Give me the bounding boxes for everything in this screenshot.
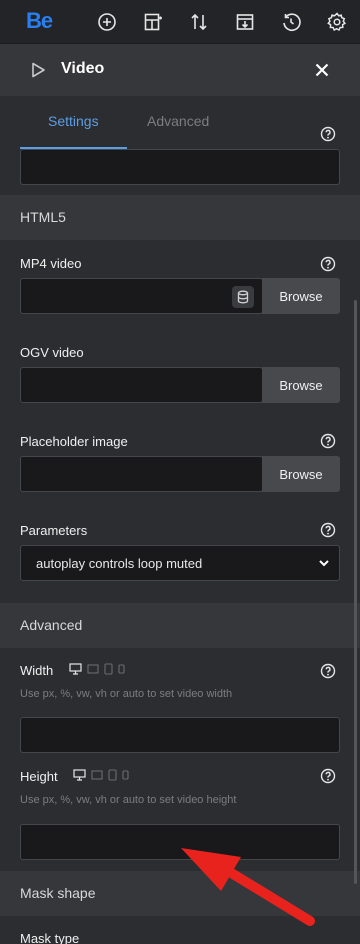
width-hint: Use px, %, vw, vh or auto to set video w…: [20, 688, 233, 700]
mp4-browse-button[interactable]: Browse: [262, 278, 340, 314]
panel-header: Video: [0, 44, 360, 96]
height-label: Height: [20, 769, 58, 784]
mobile-icon[interactable]: [118, 663, 125, 675]
help-icon[interactable]: [320, 126, 336, 142]
tablet-icon[interactable]: [108, 769, 117, 781]
ogv-video-input[interactable]: [20, 367, 263, 403]
laptop-icon[interactable]: [87, 663, 99, 675]
help-icon[interactable]: [320, 522, 336, 538]
sort-icon[interactable]: [185, 8, 213, 36]
help-icon[interactable]: [320, 663, 336, 679]
section-mask-shape[interactable]: Mask shape: [0, 871, 360, 916]
help-icon[interactable]: [320, 768, 336, 784]
desktop-icon[interactable]: [69, 663, 82, 675]
width-input[interactable]: [20, 717, 340, 753]
tablet-icon[interactable]: [104, 663, 113, 675]
parameters-label: Parameters: [20, 523, 88, 538]
add-icon[interactable]: [93, 8, 121, 36]
settings-gear-icon[interactable]: [323, 8, 351, 36]
section-mask-shape-title: Mask shape: [20, 885, 96, 901]
tab-settings[interactable]: Settings: [48, 113, 99, 129]
import-icon[interactable]: [231, 8, 259, 36]
panel-scrollbar[interactable]: [354, 300, 357, 884]
tab-advanced[interactable]: Advanced: [147, 113, 209, 129]
responsive-device-switcher: [73, 769, 129, 781]
section-html5[interactable]: HTML5: [0, 195, 360, 240]
layout-icon[interactable]: [139, 8, 167, 36]
mp4-video-label: MP4 video: [20, 256, 82, 271]
tab-bar: Settings Advanced: [0, 96, 360, 149]
panel-title: Video: [61, 60, 105, 77]
ogv-browse-button[interactable]: Browse: [262, 367, 340, 403]
placeholder-image-input[interactable]: [20, 456, 263, 492]
section-advanced-title: Advanced: [20, 617, 83, 633]
height-hint: Use px, %, vw, vh or auto to set video h…: [20, 794, 237, 806]
help-icon[interactable]: [320, 256, 336, 272]
history-icon[interactable]: [277, 8, 305, 36]
parameters-select[interactable]: autoplay controls loop muted: [20, 545, 340, 581]
parameters-select-value: autoplay controls loop muted: [36, 556, 203, 571]
be-logo[interactable]: Be: [26, 8, 53, 34]
help-icon[interactable]: [320, 433, 336, 449]
placeholder-browse-button[interactable]: Browse: [262, 456, 340, 492]
mask-type-label: Mask type: [20, 931, 80, 944]
desktop-icon[interactable]: [73, 769, 86, 781]
laptop-icon[interactable]: [91, 769, 103, 781]
section-advanced[interactable]: Advanced: [0, 603, 360, 648]
width-label: Width: [20, 663, 54, 678]
database-icon[interactable]: [232, 286, 254, 308]
height-input[interactable]: [20, 824, 340, 860]
mp4-video-input[interactable]: [20, 278, 263, 314]
placeholder-image-label: Placeholder image: [20, 434, 128, 449]
play-icon: [32, 62, 45, 78]
previous-field-input[interactable]: [20, 149, 340, 185]
chevron-down-icon: [319, 560, 329, 567]
section-html5-title: HTML5: [20, 209, 66, 225]
ogv-video-label: OGV video: [20, 345, 84, 360]
mobile-icon[interactable]: [122, 769, 129, 781]
responsive-device-switcher: [69, 663, 125, 675]
close-icon[interactable]: [310, 58, 334, 82]
top-toolbar: Be: [0, 0, 360, 44]
